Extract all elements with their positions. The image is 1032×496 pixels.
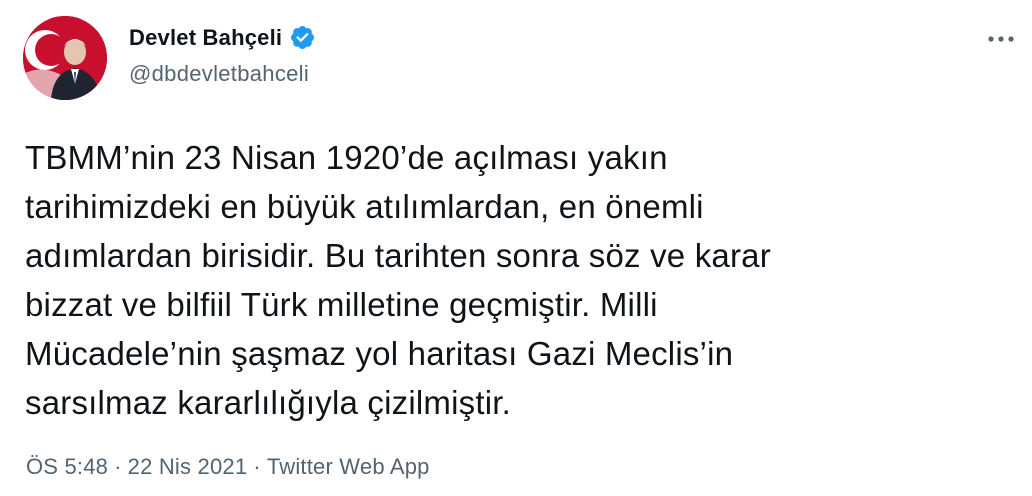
author-handle[interactable]: @dbdevletbahceli [129, 61, 309, 87]
author-name-row: Devlet Bahçeli [129, 24, 316, 51]
tweet-text: TBMM’nin 23 Nisan 1920’de açılması yakın… [25, 139, 771, 421]
avatar-image [23, 16, 107, 100]
meta-separator: · [253, 454, 261, 479]
tweet-time-link[interactable]: ÖS 5:48 [26, 454, 108, 480]
more-dots-icon [988, 36, 1014, 42]
avatar[interactable] [23, 16, 107, 100]
author-display-name[interactable]: Devlet Bahçeli [129, 25, 282, 51]
tweet-meta: ÖS 5:48 · 22 Nis 2021 · Twitter Web App [26, 454, 430, 480]
tweet-card: Devlet Bahçeli @dbdevletbahceli TBMM’nin… [0, 0, 1032, 496]
tweet-source-link[interactable]: Twitter Web App [267, 454, 430, 480]
more-options-button[interactable] [984, 22, 1018, 56]
meta-separator: · [114, 454, 122, 479]
tweet-date-link[interactable]: 22 Nis 2021 [128, 454, 248, 480]
verified-badge-icon [289, 24, 316, 51]
